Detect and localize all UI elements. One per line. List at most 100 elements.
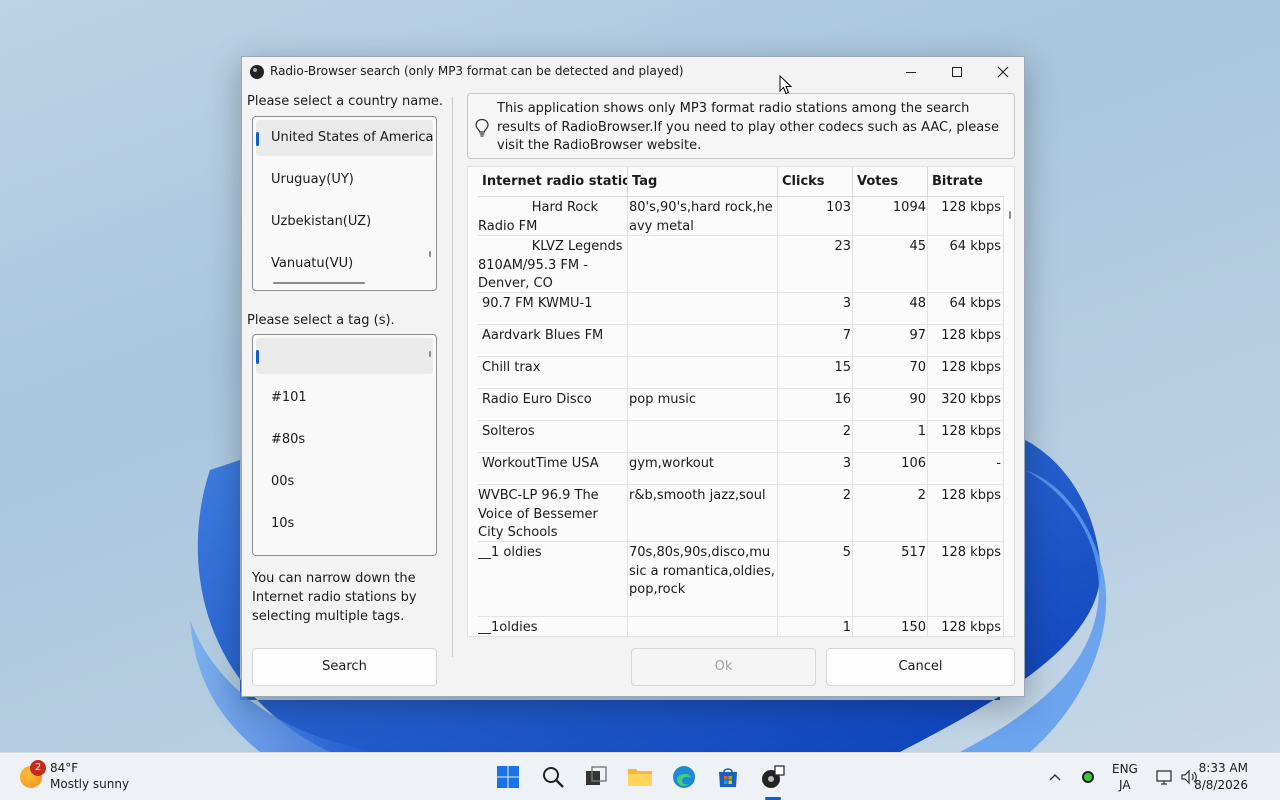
input-method: JA bbox=[1119, 778, 1131, 792]
tag-item-selected[interactable] bbox=[256, 338, 433, 374]
minimize-button[interactable] bbox=[888, 57, 934, 87]
taskbar: 2 84°F Mostly sunny ENG JA 8:33 AM 8/8/2… bbox=[0, 752, 1280, 800]
table-row[interactable]: Solteros 2 1 128 kbps bbox=[478, 421, 1004, 453]
clicks-cell: 15 bbox=[778, 357, 853, 388]
clicks-cell: 2 bbox=[778, 485, 853, 541]
radio-app-button[interactable] bbox=[757, 761, 789, 793]
store-button[interactable] bbox=[712, 761, 744, 793]
clicks-cell: 23 bbox=[778, 236, 853, 292]
search-taskbar-button[interactable] bbox=[537, 761, 569, 793]
country-item[interactable]: Vanuatu(VU) bbox=[256, 246, 433, 282]
country-item[interactable]: Uzbekistan(UZ) bbox=[256, 204, 433, 240]
weather-description: Mostly sunny bbox=[50, 777, 130, 791]
table-row[interactable]: KLVZ Legends 810AM/95.3 FM - Denver, CO … bbox=[478, 236, 1004, 293]
selection-indicator bbox=[256, 350, 259, 364]
tag-cell: gym,workout bbox=[628, 453, 778, 484]
tag-cell: 80's,90's,hard rock,heavy metal bbox=[628, 197, 778, 235]
tray-app-button[interactable] bbox=[1074, 761, 1102, 793]
station-name-cell: Aardvark Blues FM bbox=[478, 325, 628, 356]
table-row[interactable]: __1oldies 1 150 128 kbps bbox=[478, 617, 1004, 636]
votes-cell: 106 bbox=[853, 453, 928, 484]
table-row[interactable]: Radio Euro Disco pop music 16 90 320 kbp… bbox=[478, 389, 1004, 421]
column-header-tag[interactable]: Tag bbox=[628, 167, 778, 197]
votes-cell: 45 bbox=[853, 236, 928, 292]
bitrate-cell: 128 kbps bbox=[928, 197, 1004, 235]
table-row[interactable]: WorkoutTime USA gym,workout 3 106 - bbox=[478, 453, 1004, 485]
station-name-cell: Chill trax bbox=[478, 357, 628, 388]
tag-item[interactable]: #80s bbox=[256, 422, 433, 458]
task-view-button[interactable] bbox=[580, 761, 612, 793]
file-explorer-button[interactable] bbox=[624, 761, 656, 793]
table-row[interactable]: 90.7 FM KWMU-1 3 48 64 kbps bbox=[478, 293, 1004, 325]
country-listbox[interactable]: United States of America(US) Uruguay(UY)… bbox=[252, 116, 437, 291]
info-bar: This application shows only MP3 format r… bbox=[467, 93, 1015, 159]
country-item[interactable]: Uruguay(UY) bbox=[256, 162, 433, 198]
votes-cell: 1 bbox=[853, 421, 928, 452]
clicks-cell: 16 bbox=[778, 389, 853, 420]
bitrate-cell: 128 kbps bbox=[928, 485, 1004, 541]
clicks-cell: 5 bbox=[778, 542, 853, 616]
selection-indicator bbox=[256, 132, 259, 146]
cancel-button[interactable]: Cancel bbox=[826, 648, 1015, 686]
country-item-label: Uzbekistan(UZ) bbox=[271, 214, 372, 229]
table-row[interactable]: __1 oldies 70s,80s,90s,disco,music a rom… bbox=[478, 542, 1004, 617]
table-row[interactable]: Hard Rock Radio FM 80's,90's,hard rock,h… bbox=[478, 197, 1004, 236]
tag-hint-text: You can narrow down the Internet radio s… bbox=[252, 571, 417, 624]
clicks-cell: 3 bbox=[778, 293, 853, 324]
grid-vscroll-thumb[interactable] bbox=[1009, 211, 1011, 219]
weather-temperature: 84°F bbox=[50, 761, 79, 775]
start-button[interactable] bbox=[492, 761, 524, 793]
country-item-label: Uruguay(UY) bbox=[271, 172, 354, 187]
country-vscroll-thumb[interactable] bbox=[429, 251, 431, 257]
votes-cell: 97 bbox=[853, 325, 928, 356]
ok-button[interactable]: Ok bbox=[631, 648, 816, 686]
clicks-cell: 1 bbox=[778, 617, 853, 636]
tag-vscroll-thumb[interactable] bbox=[429, 351, 431, 357]
country-item-label: United States of America(US) bbox=[271, 130, 433, 145]
maximize-button[interactable] bbox=[934, 57, 980, 87]
radio-app-icon bbox=[762, 765, 785, 788]
column-header-clicks[interactable]: Clicks bbox=[778, 167, 853, 197]
table-row[interactable]: Chill trax 15 70 128 kbps bbox=[478, 357, 1004, 389]
title-bar[interactable]: Radio-Browser search (only MP3 format ca… bbox=[242, 57, 1024, 87]
tag-item-label: #80s bbox=[271, 432, 306, 447]
tag-cell bbox=[628, 325, 778, 356]
country-item-selected[interactable]: United States of America(US) bbox=[256, 120, 433, 156]
bitrate-cell: 320 kbps bbox=[928, 389, 1004, 420]
country-label: Please select a country name. bbox=[247, 94, 444, 109]
table-row[interactable]: WVBC-LP 96.9 The Voice of Bessemer City … bbox=[478, 485, 1004, 542]
search-button[interactable]: Search bbox=[252, 648, 437, 686]
column-header-station[interactable]: Internet radio station bbox=[478, 167, 628, 197]
column-header-bitrate[interactable]: Bitrate bbox=[928, 167, 1004, 197]
station-name-cell: Radio Euro Disco bbox=[478, 389, 628, 420]
bitrate-cell: 128 kbps bbox=[928, 357, 1004, 388]
station-name-cell: __1 oldies bbox=[478, 542, 628, 616]
station-name-cell: KLVZ Legends 810AM/95.3 FM - Denver, CO bbox=[478, 236, 628, 292]
table-row[interactable]: Aardvark Blues FM 7 97 128 kbps bbox=[478, 325, 1004, 357]
tray-overflow-button[interactable] bbox=[1040, 761, 1070, 793]
clicks-cell: 3 bbox=[778, 453, 853, 484]
edge-browser-button[interactable] bbox=[668, 761, 700, 793]
votes-cell: 2 bbox=[853, 485, 928, 541]
clock-date: 8/8/2026 bbox=[1194, 778, 1248, 792]
network-button[interactable] bbox=[1150, 761, 1178, 793]
country-hscroll-thumb[interactable] bbox=[273, 282, 365, 284]
close-button[interactable] bbox=[980, 57, 1026, 87]
radio-browser-window: Radio-Browser search (only MP3 format ca… bbox=[241, 56, 1025, 697]
tag-item-label: 10s bbox=[271, 516, 295, 531]
clicks-cell: 103 bbox=[778, 197, 853, 235]
votes-cell: 1094 bbox=[853, 197, 928, 235]
station-name-cell: __1oldies bbox=[478, 617, 628, 636]
tag-item-label: #101 bbox=[271, 390, 307, 405]
column-header-votes[interactable]: Votes bbox=[853, 167, 928, 197]
bitrate-cell: 64 kbps bbox=[928, 236, 1004, 292]
tag-item[interactable]: #101 bbox=[256, 380, 433, 416]
tag-listbox[interactable]: #101 #80s 00s 10s bbox=[252, 334, 437, 556]
tag-item[interactable]: 00s bbox=[256, 464, 433, 500]
station-name-cell: 90.7 FM KWMU-1 bbox=[478, 293, 628, 324]
tag-item[interactable]: 10s bbox=[256, 506, 433, 542]
mouse-cursor-icon bbox=[779, 75, 793, 95]
station-grid[interactable]: Internet radio station Tag Clicks Votes … bbox=[467, 166, 1015, 637]
bitrate-cell: 128 kbps bbox=[928, 421, 1004, 452]
maximize-icon bbox=[952, 67, 962, 77]
